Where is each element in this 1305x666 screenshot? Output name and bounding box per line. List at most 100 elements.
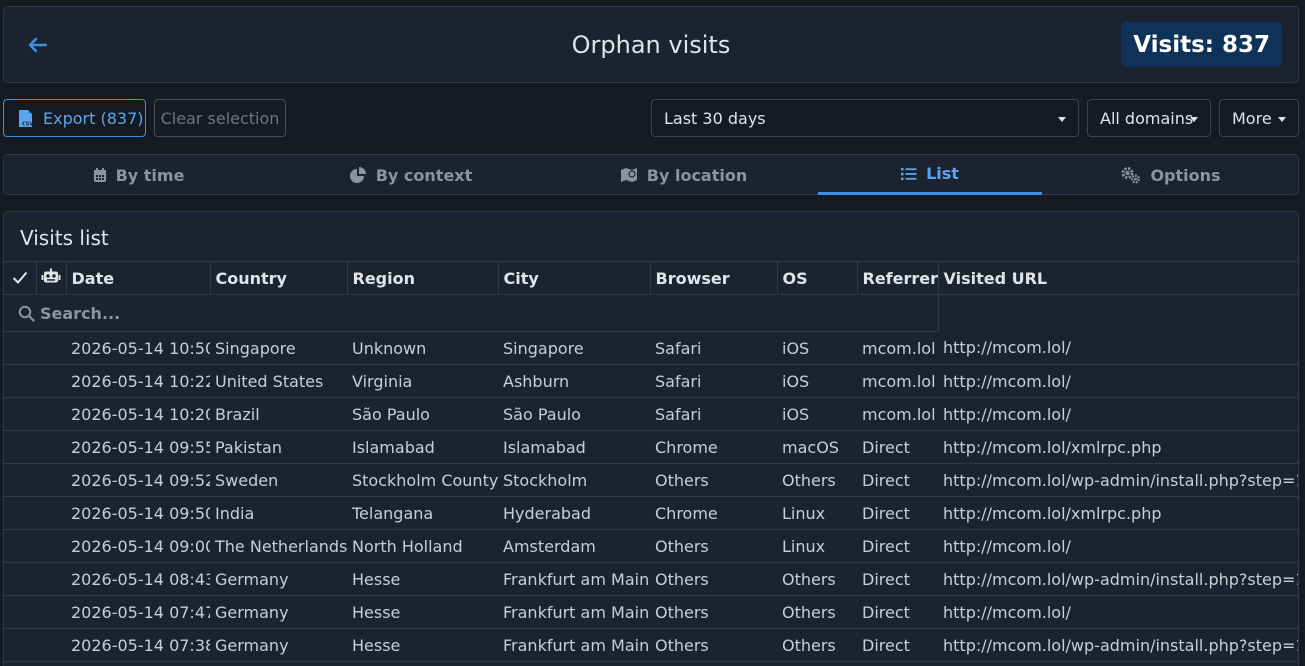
search-row-spacer <box>938 295 1298 332</box>
cell-browser: Others <box>650 595 777 629</box>
row-select-cell[interactable] <box>4 529 36 563</box>
row-select-cell[interactable] <box>4 595 36 629</box>
tab-by-location[interactable]: By location <box>549 155 818 195</box>
cell-city: Amsterdam <box>498 529 650 563</box>
table-row[interactable]: 2026-05-14 07:38 Germany Hesse Frankfurt am… <box>4 628 1298 662</box>
cell-referrer: Direct <box>857 595 938 629</box>
row-select-cell[interactable] <box>4 364 36 398</box>
cell-region: Unknown <box>347 331 498 365</box>
cell-os: iOS <box>777 331 857 365</box>
table-row[interactable]: 2026-05-14 10:50 Singapore Unknown Singapor… <box>4 331 1298 365</box>
cell-os: iOS <box>777 397 857 431</box>
column-header-visited-url[interactable]: Visited URL <box>938 261 1298 295</box>
cell-country: Germany <box>210 595 347 629</box>
tab-by-time[interactable]: By time <box>4 155 273 195</box>
table-row[interactable]: 2026-05-14 09:55 Pakistan Islamabad Islamab… <box>4 430 1298 464</box>
row-bot-cell <box>36 595 66 629</box>
bot-column-header <box>36 261 67 295</box>
cell-date: 2026-05-14 07:38 <box>66 628 210 662</box>
table-header-row: Date Country Region City Browser OS Refe… <box>4 261 1298 295</box>
cell-visited-url: http://mcom.lol/xmlrpc.php <box>938 430 1298 464</box>
cell-os: iOS <box>777 364 857 398</box>
table-row[interactable]: 2026-05-14 09:50 India Telangana Hyderabad C… <box>4 496 1298 530</box>
column-header-city[interactable]: City <box>498 261 651 295</box>
cell-referrer: mcom.lol <box>857 364 938 398</box>
cell-date: 2026-05-14 07:47 <box>66 595 210 629</box>
table-row[interactable]: 2026-05-14 08:43 Germany Hesse Frankfurt am… <box>4 562 1298 596</box>
cell-visited-url: http://mcom.lol/ <box>938 529 1298 563</box>
column-header-region[interactable]: Region <box>347 261 499 295</box>
row-select-cell[interactable] <box>4 430 36 464</box>
date-range-dropdown[interactable]: Last 30 days <box>651 99 1079 137</box>
cell-country: Sweden <box>210 463 347 497</box>
cell-region: Hesse <box>347 595 498 629</box>
export-label: Export (837) <box>43 108 144 128</box>
table-row[interactable]: 2026-05-14 09:52 Sweden Stockholm County St… <box>4 463 1298 497</box>
export-csv-button[interactable]: CSV Export (837) <box>3 99 146 137</box>
search-input[interactable] <box>16 295 916 331</box>
pie-chart-icon <box>349 167 366 183</box>
cell-region: Virginia <box>347 364 498 398</box>
cell-city: Singapore <box>498 331 650 365</box>
cell-country: Germany <box>210 562 347 596</box>
cell-date: 2026-05-14 09:52 <box>66 463 210 497</box>
table-row[interactable]: 2026-05-14 09:00 The Netherlands North Hol… <box>4 529 1298 563</box>
cell-region: North Holland <box>347 529 498 563</box>
back-button[interactable] <box>22 31 52 59</box>
row-select-cell[interactable] <box>4 331 36 365</box>
cell-browser: Chrome <box>650 496 777 530</box>
cell-browser: Others <box>650 463 777 497</box>
cell-os: Others <box>777 595 857 629</box>
row-bot-cell <box>36 496 66 530</box>
csv-file-icon: CSV <box>19 109 33 127</box>
table-row[interactable]: 2026-05-14 07:47 Germany Hesse Frankfurt am… <box>4 595 1298 629</box>
select-all-header[interactable] <box>4 261 37 295</box>
cell-region: Hesse <box>347 562 498 596</box>
cell-os: Linux <box>777 529 857 563</box>
more-dropdown[interactable]: More <box>1219 99 1299 137</box>
table-row[interactable]: 2026-05-14 10:22 United States Virginia Ash… <box>4 364 1298 398</box>
cell-referrer: Direct <box>857 529 938 563</box>
row-select-cell[interactable] <box>4 463 36 497</box>
clear-selection-button[interactable]: Clear selection <box>154 99 286 137</box>
cell-visited-url: http://mcom.lol/xmlrpc.php <box>938 496 1298 530</box>
row-select-cell[interactable] <box>4 628 36 662</box>
cell-region: São Paulo <box>347 397 498 431</box>
domains-dropdown[interactable]: All domains <box>1087 99 1211 137</box>
column-header-browser[interactable]: Browser <box>650 261 778 295</box>
more-label: More <box>1232 108 1272 128</box>
tab-options[interactable]: Options <box>1042 155 1300 195</box>
tab-list[interactable]: List <box>818 155 1042 195</box>
cell-date: 2026-05-14 08:43 <box>66 562 210 596</box>
cell-country: Pakistan <box>210 430 347 464</box>
cell-country: Brazil <box>210 397 347 431</box>
cell-referrer: Direct <box>857 562 938 596</box>
cell-region: Telangana <box>347 496 498 530</box>
cell-visited-url: http://mcom.lol/wp-admin/install.php?ste… <box>938 463 1298 497</box>
cell-visited-url: http://mcom.lol/wp-admin/install.php?ste… <box>938 628 1298 662</box>
cell-visited-url: http://mcom.lol/ <box>938 397 1298 431</box>
column-header-referrer[interactable]: Referrer <box>857 261 939 295</box>
cell-country: India <box>210 496 347 530</box>
cell-referrer: mcom.lol <box>857 397 938 431</box>
row-select-cell[interactable] <box>4 496 36 530</box>
column-header-date[interactable]: Date <box>66 261 211 295</box>
row-select-cell[interactable] <box>4 397 36 431</box>
cell-referrer: mcom.lol <box>857 331 938 365</box>
visits-list-title: Visits list <box>20 226 109 250</box>
row-bot-cell <box>36 430 66 464</box>
row-select-cell[interactable] <box>4 562 36 596</box>
cell-region: Hesse <box>347 628 498 662</box>
tab-by-context[interactable]: By context <box>273 155 549 195</box>
cell-os: Others <box>777 463 857 497</box>
cell-date: 2026-05-14 09:50 <box>66 496 210 530</box>
column-header-os[interactable]: OS <box>777 261 858 295</box>
column-header-country[interactable]: Country <box>210 261 348 295</box>
table-row[interactable]: 2026-05-14 10:20 Brazil São Paulo São Paulo… <box>4 397 1298 431</box>
cell-os: Others <box>777 628 857 662</box>
header-bar: Orphan visits Visits: 837 <box>3 6 1299 83</box>
cell-city: Hyderabad <box>498 496 650 530</box>
row-bot-cell <box>36 463 66 497</box>
cell-date: 2026-05-14 10:22 <box>66 364 210 398</box>
cell-os: Linux <box>777 496 857 530</box>
